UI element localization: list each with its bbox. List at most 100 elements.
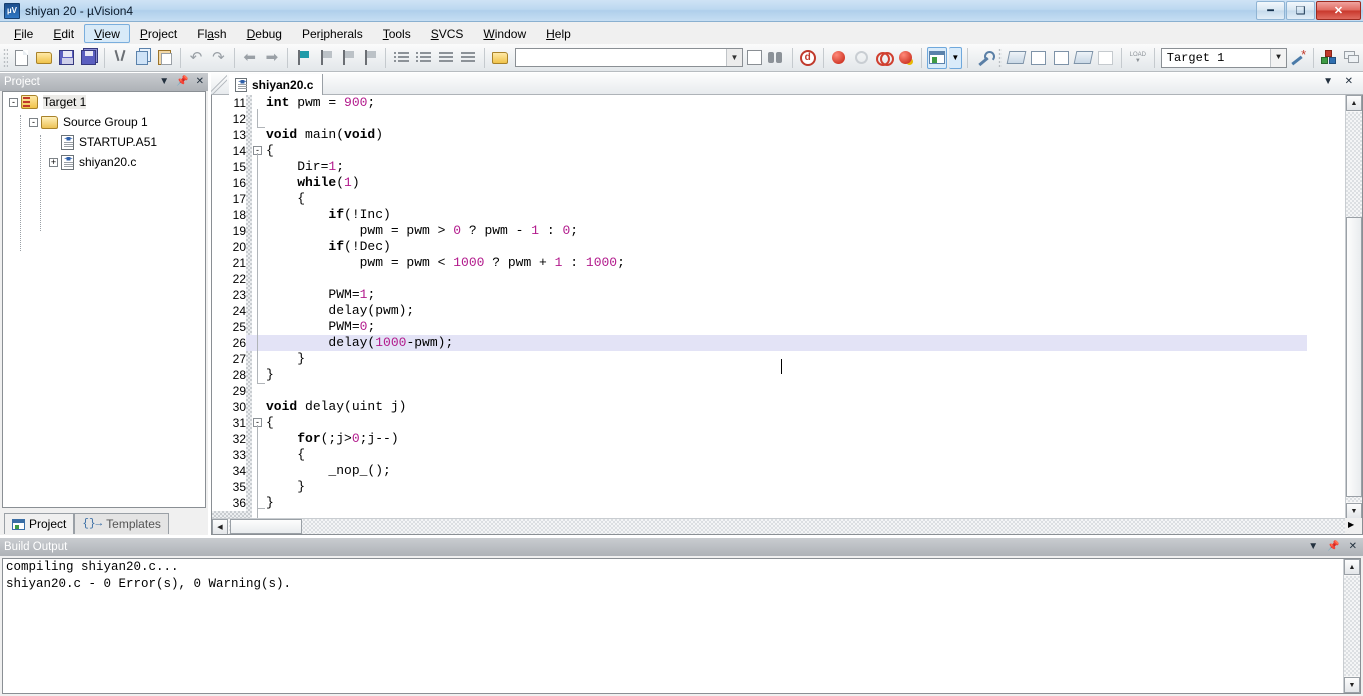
tree-item-shiyan20-c[interactable]: + shiyan20.c — [3, 152, 205, 172]
indent-icon[interactable] — [391, 47, 411, 69]
menu-view[interactable]: View — [84, 23, 130, 43]
minimize-button[interactable]: ━ — [1256, 1, 1285, 20]
cut-icon[interactable] — [110, 47, 130, 69]
code-line[interactable]: 21 pwm = pwm < 1000 ? pwm + 1 : 1000; — [212, 255, 1307, 271]
code-line[interactable]: 12 — [212, 111, 1307, 127]
open-file-icon[interactable] — [34, 47, 54, 69]
menu-svcs[interactable]: SVCS — [421, 24, 474, 43]
code-line[interactable]: 11 int pwm = 900; — [212, 95, 1307, 111]
code-editor[interactable]: 11 int pwm = 900; 12 13 void main(void) 14-{1… — [211, 95, 1363, 535]
menu-file[interactable]: File — [4, 24, 43, 43]
code-line[interactable]: 30 void delay(uint j) — [212, 399, 1307, 415]
collapse-toggle-icon[interactable]: - — [9, 97, 18, 107]
collapse-toggle-icon[interactable]: - — [29, 117, 38, 127]
code-line[interactable]: 22 — [212, 271, 1307, 287]
panel-menu-icon[interactable]: ▼ — [1308, 542, 1318, 552]
tree-item-target-1[interactable]: - Target 1 — [3, 92, 205, 112]
bookmark-next-icon[interactable] — [338, 47, 358, 69]
navigate-back-icon[interactable]: ⬅ — [239, 47, 259, 69]
save-all-icon[interactable] — [79, 47, 99, 69]
panel-close-icon[interactable]: ✕ — [196, 77, 204, 87]
code-line[interactable]: 29 — [212, 383, 1307, 399]
undo-icon[interactable]: ↶ — [186, 47, 206, 69]
batch-build-icon[interactable] — [1051, 47, 1071, 69]
kill-all-breakpoints-icon[interactable] — [896, 47, 916, 69]
code-line[interactable]: 19 pwm = pwm > 0 ? pwm - 1 : 0; — [212, 223, 1307, 239]
build-output-content[interactable]: compiling shiyan20.c... shiyan20.c - 0 Er… — [2, 558, 1361, 694]
code-line[interactable]: 34 _nop_(); — [212, 463, 1307, 479]
project-tree[interactable]: - Target 1- Source Group 1 STARTUP.A51 + shiy… — [2, 91, 206, 508]
chevron-down-icon[interactable]: ▼ — [725, 49, 742, 66]
vertical-scroll-thumb[interactable] — [1346, 217, 1362, 497]
horizontal-scroll-thumb[interactable] — [230, 519, 302, 534]
editor-menu-icon[interactable]: ▼ — [1323, 76, 1333, 87]
new-file-icon[interactable] — [12, 47, 32, 69]
kill-breakpoint-icon[interactable] — [851, 47, 871, 69]
tab-project[interactable]: Project — [4, 513, 75, 534]
translate-file-icon[interactable] — [1073, 47, 1094, 69]
close-button[interactable]: ✕ — [1316, 1, 1361, 20]
tree-item-source-group-1[interactable]: - Source Group 1 — [3, 112, 205, 132]
save-icon[interactable] — [56, 47, 76, 69]
project-window-icon[interactable] — [927, 46, 948, 69]
code-line[interactable]: 33 { — [212, 447, 1307, 463]
horizontal-scroll-track[interactable] — [229, 519, 1347, 534]
rebuild-all-icon[interactable] — [1029, 47, 1049, 69]
code-line[interactable]: 17 { — [212, 191, 1307, 207]
code-line[interactable]: 36} — [212, 495, 1307, 511]
code-line[interactable]: 15 Dir=1; — [212, 159, 1307, 175]
incremental-find-icon[interactable] — [766, 47, 786, 69]
scroll-down-button[interactable]: ▼ — [1344, 677, 1360, 693]
code-line[interactable]: 27 } — [212, 351, 1307, 367]
code-line[interactable]: 16 while(1) — [212, 175, 1307, 191]
configuration-wizard-icon[interactable] — [973, 47, 996, 69]
code-line[interactable]: 35 } — [212, 479, 1307, 495]
auto-hide-pin-icon[interactable]: 📌 — [176, 77, 188, 87]
code-line[interactable]: 28} — [212, 367, 1307, 383]
code-content[interactable]: 11 int pwm = 900; 12 13 void main(void) 14-{1… — [212, 95, 1307, 519]
menu-peripherals[interactable]: Peripherals — [292, 24, 373, 43]
manage-components-icon[interactable] — [1319, 47, 1339, 69]
bookmark-prev-icon[interactable] — [315, 47, 335, 69]
code-line[interactable]: 14-{ — [212, 143, 1307, 159]
code-line[interactable]: 25 PWM=0; — [212, 319, 1307, 335]
project-window-dropdown-icon[interactable]: ▼ — [949, 46, 963, 69]
menu-window[interactable]: Window — [473, 24, 536, 43]
editor-tab-shiyan20-c[interactable]: shiyan20.c — [229, 74, 324, 95]
tree-item-startup-a51[interactable]: STARTUP.A51 — [3, 132, 205, 152]
stop-build-icon[interactable] — [1096, 47, 1116, 69]
redo-icon[interactable]: ↷ — [208, 47, 228, 69]
navigate-forward-icon[interactable]: ➡ — [262, 47, 282, 69]
build-output-scrollbar[interactable]: ▲ ▼ — [1343, 559, 1360, 693]
find-combo[interactable]: ▼ — [515, 48, 743, 67]
uncomment-icon[interactable] — [458, 47, 478, 69]
maximize-button[interactable]: ❑ — [1286, 1, 1315, 20]
panel-menu-icon[interactable]: ▼ — [159, 77, 169, 87]
target-selector[interactable]: Target 1 ▼ — [1160, 47, 1288, 68]
menu-debug[interactable]: Debug — [237, 24, 292, 43]
paste-icon[interactable] — [155, 47, 175, 69]
tab-templates[interactable]: {}→ Templates — [74, 513, 169, 534]
menu-help[interactable]: Help — [536, 24, 581, 43]
bookmark-toggle-icon[interactable] — [293, 47, 313, 69]
debug-query-icon[interactable]: d — [798, 47, 818, 69]
code-line[interactable]: 31-{ — [212, 415, 1307, 431]
editor-vertical-scrollbar[interactable]: ▲ ▼ — [1345, 95, 1362, 519]
code-line[interactable]: 26 delay(1000-pwm); — [212, 335, 1307, 351]
bookmark-clear-icon[interactable] — [360, 47, 380, 69]
code-line[interactable]: 23 PWM=1; — [212, 287, 1307, 303]
code-line[interactable]: 18 if(!Inc) — [212, 207, 1307, 223]
vertical-scroll-track[interactable] — [1344, 576, 1360, 676]
scroll-up-button[interactable]: ▲ — [1346, 95, 1362, 111]
editor-close-icon[interactable]: ✕ — [1345, 76, 1353, 87]
open-project-icon[interactable] — [490, 47, 510, 69]
code-line[interactable]: 24 delay(pwm); — [212, 303, 1307, 319]
code-line[interactable]: 20 if(!Dec) — [212, 239, 1307, 255]
toolbar-grip[interactable] — [997, 47, 1003, 68]
editor-horizontal-scrollbar[interactable]: ◀ — [212, 518, 1347, 534]
toolbar-grip[interactable] — [3, 47, 8, 68]
outdent-icon[interactable] — [414, 47, 434, 69]
menu-project[interactable]: Project — [130, 24, 187, 43]
menu-tools[interactable]: Tools — [373, 24, 421, 43]
insert-breakpoint-icon[interactable] — [829, 47, 849, 69]
